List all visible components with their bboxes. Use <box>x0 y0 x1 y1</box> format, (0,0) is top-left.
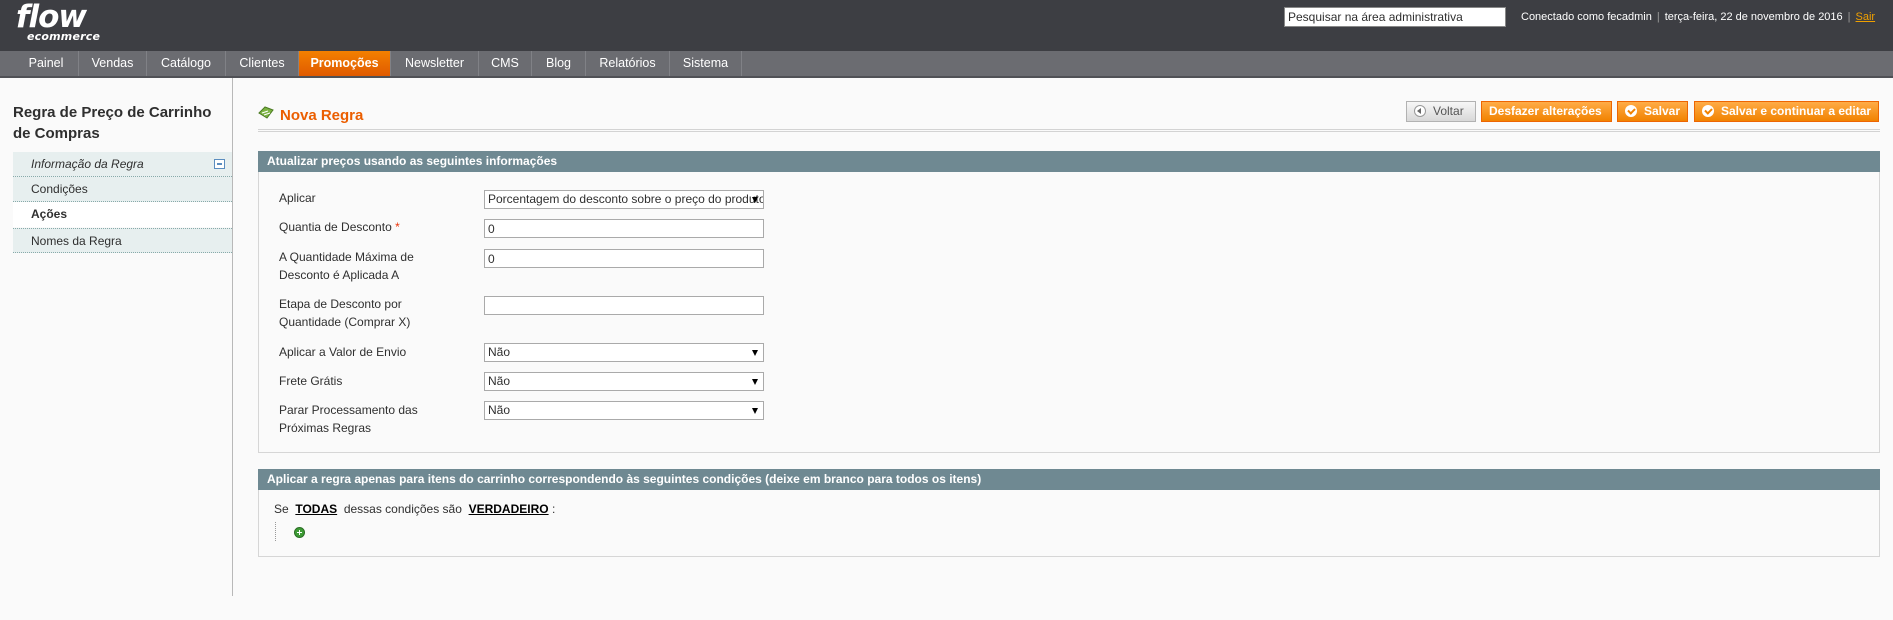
discount-qty-label: A Quantidade Máxima de Desconto é Aplica… <box>279 250 414 282</box>
apply-shipping-label: Aplicar a Valor de Envio <box>279 345 407 359</box>
footer-area <box>0 596 1893 620</box>
header-user-info: Conectado como fecadmin | terça-feira, 22 … <box>1521 11 1875 23</box>
sidebar-tab-label: Condições <box>31 182 88 196</box>
free-shipping-select[interactable]: Não <box>484 372 764 391</box>
discount-amount-label: Quantia de Desconto * <box>279 218 439 236</box>
stop-processing-label: Parar Processamento das Próximas Regras <box>279 403 418 435</box>
checkmark-icon <box>1702 105 1714 117</box>
save-button-label: Salvar <box>1644 104 1681 118</box>
changed-indicator-icon <box>214 159 225 169</box>
reset-button[interactable]: Desfazer alterações <box>1481 101 1612 122</box>
discount-step-label: Etapa de Desconto por Quantidade (Compra… <box>279 297 411 329</box>
nav-item-vendas[interactable]: Vendas <box>79 51 147 76</box>
apply-label: Aplicar <box>279 191 316 205</box>
sidebar: Regra de Preço de Carrinho de Compras In… <box>0 78 233 596</box>
title-divider <box>258 129 1880 132</box>
flow-ecommerce-logo[interactable]: flow ecommerce <box>16 0 100 43</box>
logged-in-text: Conectado como fecadmin <box>1521 11 1652 23</box>
save-button[interactable]: Salvar <box>1617 101 1688 122</box>
main-nav: Painel Vendas Catálogo Clientes Promoçõe… <box>0 51 1893 78</box>
checkmark-icon <box>1625 105 1637 117</box>
nav-item-catalogo[interactable]: Catálogo <box>147 51 226 76</box>
sidebar-tab-label: Ações <box>31 207 68 221</box>
condition-aggregator-link[interactable]: TODAS <box>295 502 337 516</box>
condition-suffix: : <box>551 502 556 516</box>
condition-value-link[interactable]: VERDADEIRO <box>469 502 549 516</box>
sidebar-tab-label: Informação da Regra <box>31 157 144 171</box>
back-button-label: Voltar <box>1433 104 1464 118</box>
logout-link[interactable]: Sair <box>1856 11 1876 23</box>
discount-qty-input[interactable] <box>484 249 764 268</box>
current-date: terça-feira, 22 de novembro de 2016 <box>1664 11 1843 23</box>
sidebar-tab-informacao-da-regra[interactable]: Informação da Regra <box>13 152 232 177</box>
nav-item-newsletter[interactable]: Newsletter <box>391 51 479 76</box>
free-shipping-label: Frete Grátis <box>279 374 343 388</box>
save-and-continue-button[interactable]: Salvar e continuar a editar <box>1694 101 1879 122</box>
discount-step-input[interactable] <box>484 296 764 315</box>
separator: | <box>1847 11 1851 23</box>
condition-middle-text: dessas condições são <box>343 502 462 516</box>
conditions-fieldset-heading: Aplicar a regra apenas para itens do car… <box>258 469 1880 490</box>
sidebar-tab-acoes[interactable]: Ações <box>13 202 232 227</box>
nav-item-cms[interactable]: CMS <box>479 51 532 76</box>
sidebar-tab-nomes-da-regra[interactable]: Nomes da Regra <box>13 228 232 253</box>
nav-item-sistema[interactable]: Sistema <box>670 51 742 76</box>
back-button[interactable]: Voltar <box>1406 101 1476 122</box>
apply-shipping-select[interactable]: Não <box>484 343 764 362</box>
save-and-continue-label: Salvar e continuar a editar <box>1721 104 1872 118</box>
sidebar-tab-condicoes[interactable]: Condições <box>13 177 232 202</box>
reset-button-label: Desfazer alterações <box>1489 104 1602 118</box>
condition-tree-line <box>275 522 276 541</box>
nav-item-painel[interactable]: Painel <box>14 51 79 76</box>
logo-sub-text: ecommerce <box>27 30 101 43</box>
sidebar-tab-label: Nomes da Regra <box>31 234 122 248</box>
sidebar-title: Regra de Preço de Carrinho de Compras <box>13 104 212 142</box>
stop-processing-select[interactable]: Não <box>484 401 764 420</box>
apply-select[interactable]: Porcentagem do desconto sobre o preço do… <box>484 190 764 209</box>
global-search-input[interactable] <box>1284 7 1506 27</box>
conditions-fieldset-body <box>258 490 1880 557</box>
nav-item-promocoes[interactable]: Promoções <box>299 51 391 76</box>
required-mark: * <box>395 220 400 234</box>
condition-sentence: Se TODAS dessas condições são VERDADEIRO… <box>274 502 555 516</box>
page-title: Nova Regra <box>258 107 363 124</box>
nav-item-relatorios[interactable]: Relatórios <box>586 51 670 76</box>
discount-amount-label-text: Quantia de Desconto <box>279 220 392 234</box>
nav-item-clientes[interactable]: Clientes <box>226 51 299 76</box>
discount-amount-input[interactable] <box>484 219 764 238</box>
actions-fieldset-heading: Atualizar preços usando as seguintes inf… <box>258 151 1880 172</box>
logo-main-text: flow <box>16 0 87 35</box>
add-condition-icon[interactable] <box>294 527 305 538</box>
condition-prefix: Se <box>274 502 289 516</box>
page-title-text: Nova Regra <box>280 107 364 124</box>
separator: | <box>1656 11 1660 23</box>
nav-item-blog[interactable]: Blog <box>532 51 586 76</box>
header: flow ecommerce Conectado como fecadmin | t… <box>0 0 1893 51</box>
back-arrow-icon <box>1414 105 1426 117</box>
